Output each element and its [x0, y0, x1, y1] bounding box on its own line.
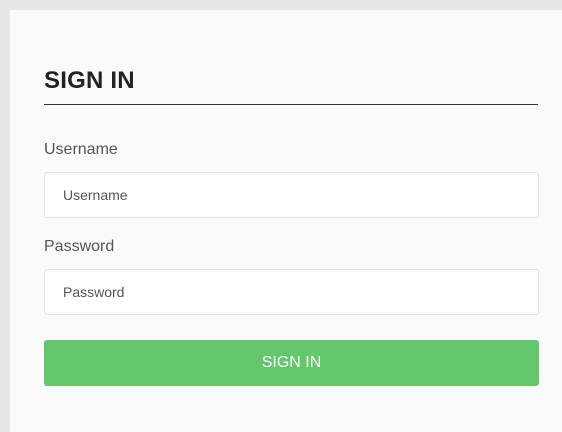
- username-label: Username: [44, 141, 118, 158]
- username-input[interactable]: [44, 172, 539, 218]
- password-input[interactable]: [44, 269, 539, 315]
- sign-in-panel: SIGN IN Username Password SIGN IN: [10, 10, 562, 432]
- sign-in-title: SIGN IN: [44, 67, 135, 94]
- sign-in-button[interactable]: SIGN IN: [44, 340, 539, 386]
- password-label: Password: [44, 238, 115, 255]
- title-divider: [44, 104, 538, 105]
